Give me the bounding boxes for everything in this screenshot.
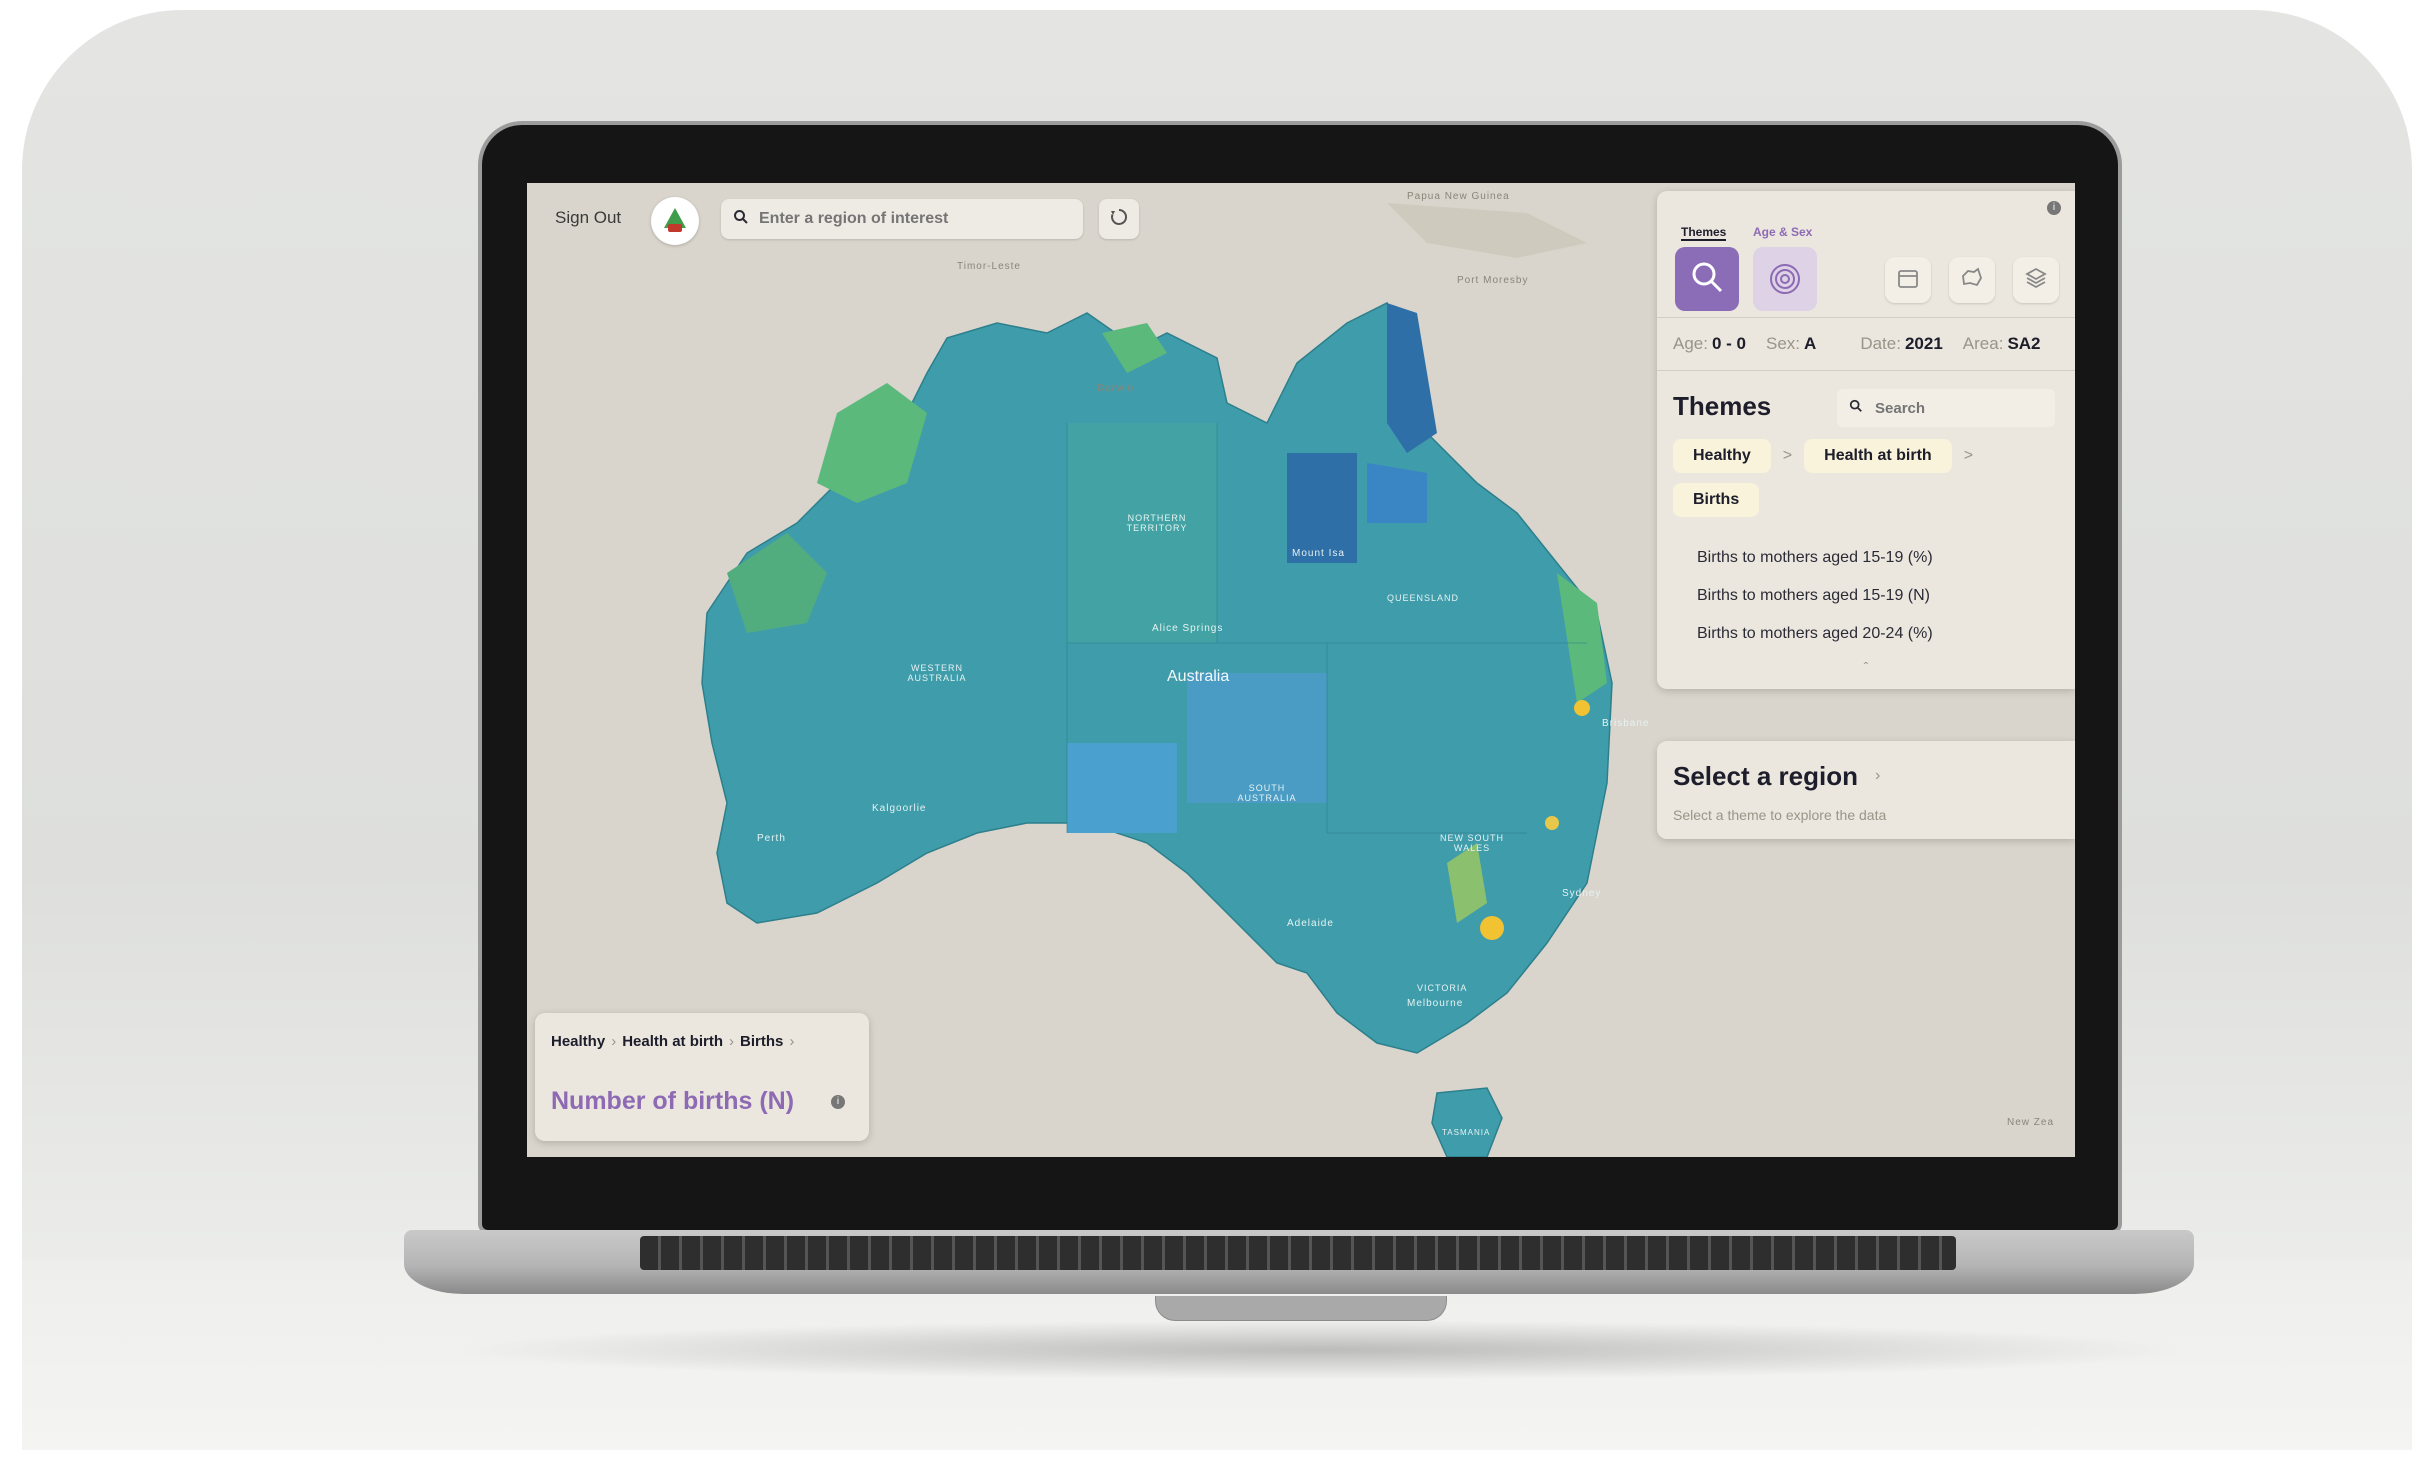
search-icon (733, 209, 749, 230)
area-tool-button[interactable] (1949, 257, 1995, 303)
theme-search-input[interactable] (1873, 398, 2037, 418)
label-western-australia: WESTERN AUSTRALIA (907, 663, 967, 683)
chevron-right-icon: › (729, 1033, 735, 1050)
hotspot-canberra (1480, 916, 1504, 940)
sex-label: Sex: (1766, 334, 1801, 353)
calendar-icon (1896, 266, 1920, 295)
region-card-title: Select a region (1673, 761, 1858, 791)
tab-age-sex[interactable]: Age & Sex (1753, 225, 1812, 239)
label-adelaide: Adelaide (1287, 918, 1334, 929)
age-value: 0 - 0 (1711, 334, 1747, 353)
label-papua-new-guinea: Papua New Guinea (1407, 191, 1510, 202)
app-logo[interactable] (651, 197, 699, 245)
theme-option[interactable]: Births to mothers aged 15-19 (%) (1657, 539, 2075, 577)
theme-search[interactable] (1837, 389, 2055, 427)
region-search-input[interactable] (757, 209, 1061, 229)
filter-status: Age: 0 - 0 Sex: A Date: 2021 Area: SA2 (1657, 318, 2075, 371)
label-darwin: Darwin (1097, 383, 1135, 394)
chip-health-at-birth[interactable]: Health at birth (1804, 439, 1952, 473)
info-icon[interactable]: i (2047, 201, 2061, 215)
area-value: SA2 (2007, 334, 2041, 353)
area-label: Area: (1962, 334, 2004, 353)
sex-value: A (1804, 334, 1817, 353)
chevron-right-icon: > (1963, 447, 1974, 464)
label-brisbane: Brisbane (1602, 718, 1650, 729)
legend-crumb[interactable]: Births (740, 1033, 783, 1050)
fingerprint-icon (1765, 257, 1805, 302)
label-port-moresby: Port Moresby (1457, 275, 1529, 286)
info-icon[interactable]: i (831, 1095, 845, 1109)
laptop-hinge-notch (1155, 1296, 1447, 1321)
theme-option[interactable]: Births to mothers aged 20-24 (%) (1657, 615, 2075, 653)
tab-themes[interactable]: Themes (1681, 225, 1727, 241)
layers-icon (2024, 266, 2048, 295)
label-tasmania: TASMANIA (1442, 1128, 1491, 1137)
label-victoria: VICTORIA (1417, 983, 1468, 993)
search-icon (1849, 399, 1863, 418)
australia-map-icon (1960, 266, 1984, 295)
themes-title: Themes (1673, 391, 1772, 421)
metric-legend: Healthy › Health at birth › Births › Number o… (535, 1013, 869, 1141)
reset-icon (1109, 207, 1129, 232)
themes-header: Themes (1657, 371, 2075, 431)
theme-options: Births to mothers aged 15-19 (%) Births … (1657, 527, 2075, 653)
tree-logo-icon (664, 208, 686, 232)
label-timor-leste: Timor-Leste (957, 261, 1021, 272)
laptop-keyboard (640, 1236, 1956, 1270)
chip-births[interactable]: Births (1673, 483, 1760, 517)
laptop-shadow (440, 1320, 2200, 1380)
label-kalgoorlie: Kalgoorlie (872, 803, 927, 814)
themes-mode-button[interactable] (1675, 247, 1739, 311)
date-label: Date: (1860, 334, 1901, 353)
region-qld-central (1367, 463, 1427, 523)
chevron-right-icon: › (789, 1033, 795, 1050)
themes-panel: Themes Age & Sex i Age: 0 - 0 Sex: A Dat… (1657, 191, 2075, 689)
age-label: Age: (1673, 334, 1708, 353)
hotspot-nsw (1545, 816, 1559, 830)
select-region-card[interactable]: Select a region › Select a theme to expl… (1657, 741, 2075, 839)
label-new-zealand: New Zea (2007, 1117, 2055, 1128)
chip-healthy[interactable]: Healthy (1673, 439, 1771, 473)
date-tool-button[interactable] (1885, 257, 1931, 303)
date-value: 2021 (1904, 334, 1943, 353)
app-screen: Papua New Guinea Timor-Leste Port Moresb… (527, 183, 2075, 1157)
region-search[interactable] (721, 199, 1083, 239)
sign-out-button[interactable]: Sign Out (549, 207, 627, 229)
age-sex-mode-button[interactable] (1753, 247, 1817, 311)
legend-crumb[interactable]: Healthy (551, 1033, 605, 1050)
chevron-right-icon: › (611, 1033, 617, 1050)
theme-magnify-icon (1687, 257, 1727, 302)
chevron-right-icon: › (1875, 767, 1881, 784)
region-nt (1067, 423, 1217, 643)
label-queensland: QUEENSLAND (1387, 593, 1460, 603)
label-australia: Australia (1167, 668, 1230, 685)
theme-breadcrumb: Healthy > Health at birth > Births (1657, 431, 2075, 527)
label-new-south-wales: NEW SOUTH WALES (1440, 833, 1504, 853)
chevron-up-icon[interactable]: ˆ (1657, 653, 2075, 689)
label-perth: Perth (757, 833, 786, 844)
label-south-australia: SOUTH AUSTRALIA (1237, 783, 1297, 803)
label-alice-springs: Alice Springs (1152, 623, 1224, 634)
label-mount-isa: Mount Isa (1292, 548, 1345, 559)
region-qld-west (1287, 453, 1357, 563)
legend-crumb[interactable]: Health at birth (622, 1033, 723, 1050)
tasmania (1431, 1087, 1503, 1157)
hotspot-brisbane (1574, 700, 1590, 716)
theme-option[interactable]: Births to mothers aged 15-19 (N) (1657, 577, 2075, 615)
label-sydney: Sydney (1562, 888, 1602, 899)
legend-breadcrumb: Healthy › Health at birth › Births › (551, 1033, 800, 1050)
metric-title: Number of births (N) (551, 1087, 795, 1115)
layers-tool-button[interactable] (2013, 257, 2059, 303)
region-card-subtitle: Select a theme to explore the data (1673, 807, 1887, 823)
panel-header: Themes Age & Sex i (1657, 191, 2075, 318)
reset-button[interactable] (1099, 199, 1139, 239)
label-melbourne: Melbourne (1407, 998, 1464, 1009)
chevron-right-icon: > (1782, 447, 1793, 464)
label-northern-territory: NORTHERN TERRITORY (1126, 513, 1188, 533)
region-sa-west (1067, 743, 1177, 833)
